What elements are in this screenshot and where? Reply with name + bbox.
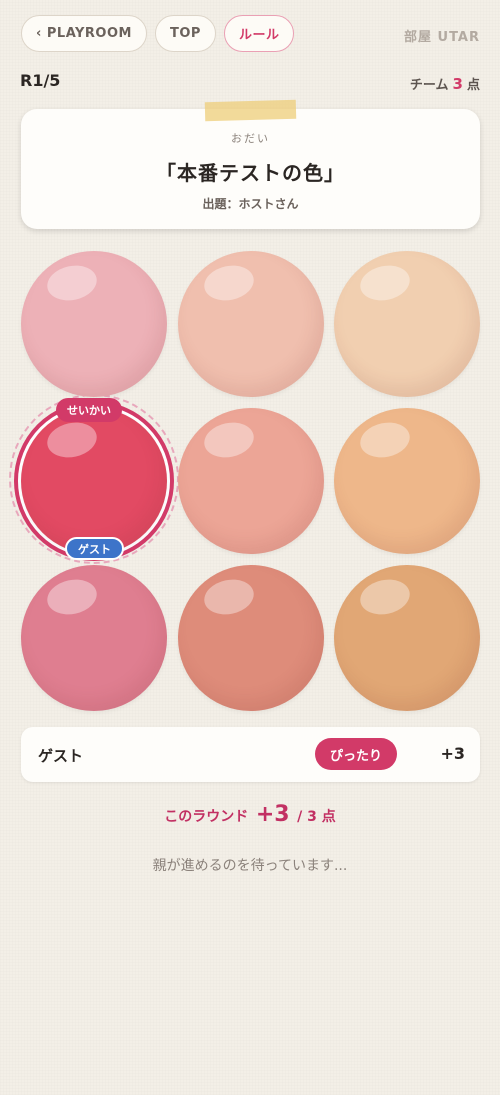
color-swatch-7[interactable]	[21, 565, 167, 711]
waiting-status: 親が進めるのを待っています...	[152, 858, 348, 874]
color-swatch-6[interactable]	[334, 408, 480, 554]
gloss-highlight	[357, 418, 413, 462]
gloss-highlight	[201, 261, 257, 305]
color-grid: せいかい ゲスト	[0, 0, 500, 720]
color-swatch-1[interactable]	[21, 251, 167, 397]
round-score-label: このラウンド	[164, 809, 249, 825]
color-swatch-2[interactable]	[178, 251, 324, 397]
gloss-highlight	[201, 418, 257, 462]
color-swatch-8[interactable]	[178, 565, 324, 711]
color-swatch-9[interactable]	[334, 565, 480, 711]
player-name: ゲスト	[38, 747, 84, 765]
gloss-highlight	[44, 418, 100, 462]
gloss-highlight	[44, 575, 100, 619]
color-swatch-4-correct[interactable]	[21, 408, 167, 554]
player-score: +3	[440, 744, 465, 763]
gloss-highlight	[201, 575, 257, 619]
result-row: ゲスト ぴったり +3	[21, 727, 480, 782]
correct-badge: せいかい	[56, 398, 122, 422]
round-score-total: / 3 点	[297, 809, 336, 825]
round-score-points: +3	[255, 802, 290, 827]
gloss-highlight	[357, 575, 413, 619]
result-badge: ぴったり	[315, 738, 398, 770]
color-swatch-3[interactable]	[334, 251, 480, 397]
gloss-highlight	[357, 261, 413, 305]
guest-pick-badge: ゲスト	[65, 537, 124, 560]
round-score: このラウンド +3 / 3 点	[0, 802, 500, 827]
color-swatch-5[interactable]	[178, 408, 324, 554]
gloss-highlight	[44, 261, 100, 305]
